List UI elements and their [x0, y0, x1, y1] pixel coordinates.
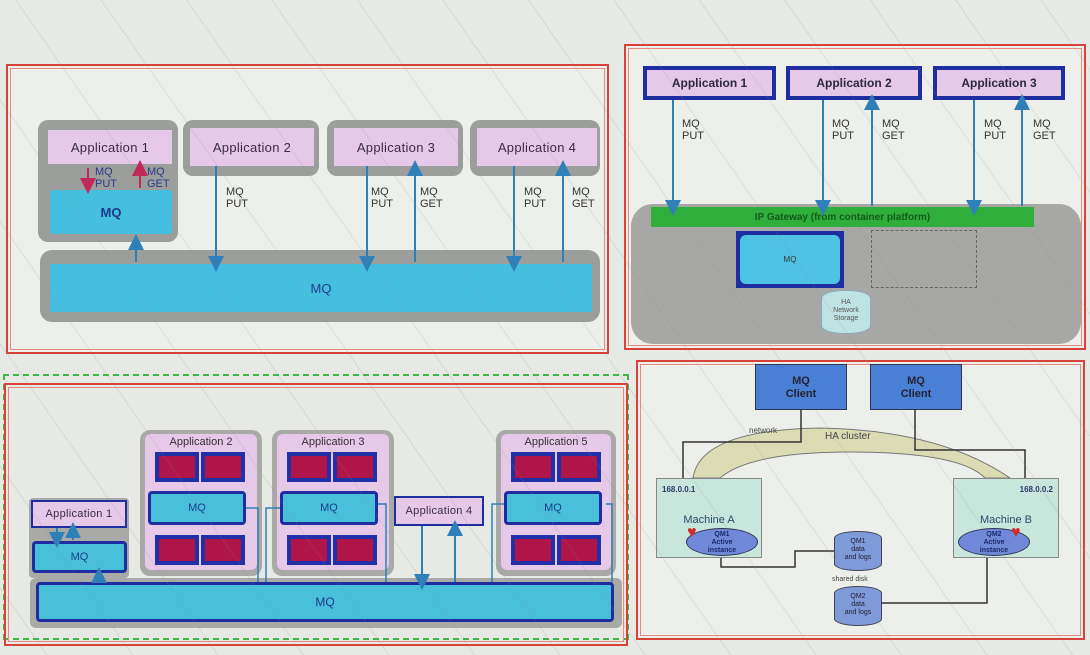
shared-disk-label: shared disk: [832, 576, 868, 583]
qm2-data-disk: QM2 data and logs: [834, 586, 882, 626]
mq-link: [491, 503, 504, 582]
qm2-heart-icon: ♥: [1011, 524, 1021, 541]
qm1-data-disk: QM1 data and logs: [834, 531, 882, 571]
connector-layer: [49, 94, 1030, 604]
mq-link: [378, 503, 387, 582]
mq-link: [606, 503, 613, 582]
ip-b-label: 168.0.0.2: [1019, 485, 1053, 494]
mq-link: [265, 507, 280, 582]
machine-a-label: Machine A: [683, 514, 735, 526]
network-label: network: [749, 426, 778, 435]
ha-cluster-label: HA cluster: [825, 431, 871, 442]
qm1-heart-icon: ♥: [687, 524, 697, 541]
machine-b-label: Machine B: [980, 514, 1032, 526]
disk-link-qm2: [882, 556, 988, 604]
qm1-active-instance: QM1 Active instance: [686, 528, 758, 556]
mq-link: [246, 507, 259, 582]
ip-a-label: 168.0.0.1: [662, 485, 696, 494]
